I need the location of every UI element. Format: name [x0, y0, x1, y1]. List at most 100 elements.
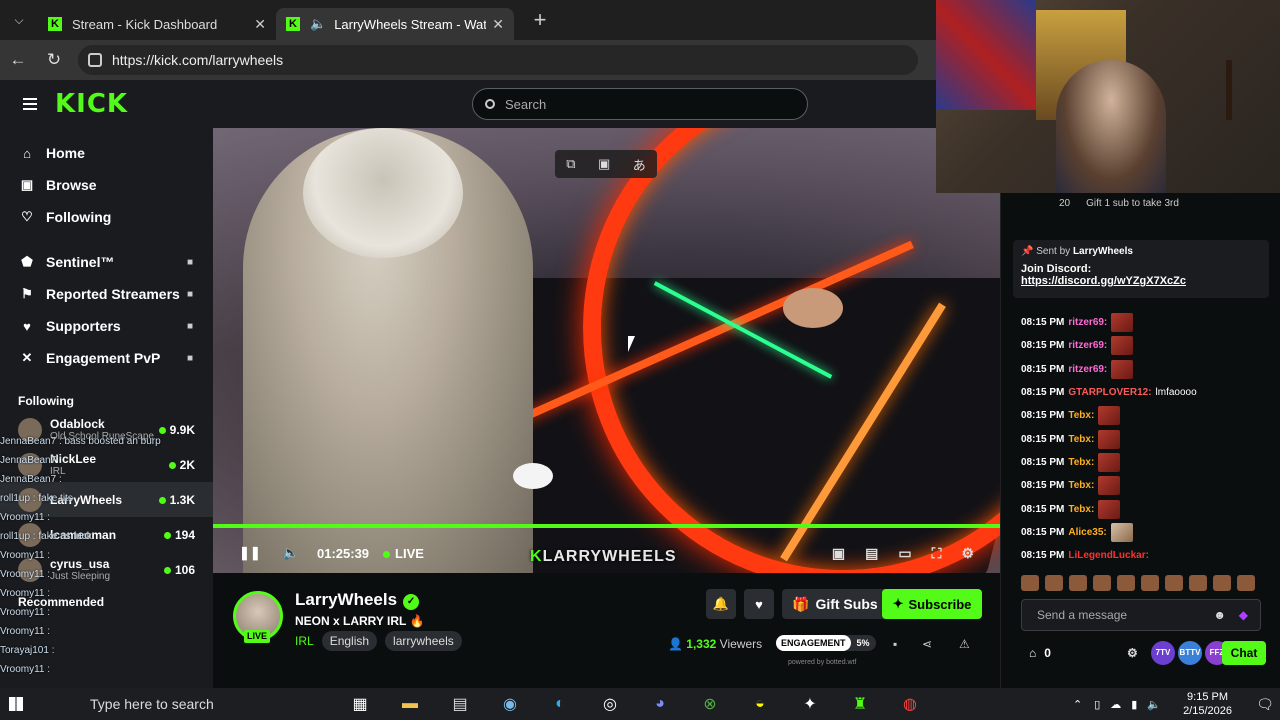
message-username[interactable]: Tebx:	[1068, 410, 1094, 421]
emote[interactable]	[1189, 575, 1207, 591]
sidebar-item-browse[interactable]: ▣ Browse	[0, 169, 213, 201]
emote[interactable]	[1093, 575, 1111, 591]
theater-mode-icon[interactable]: ▭	[898, 545, 911, 562]
game-icon[interactable]: ✦	[785, 694, 835, 714]
sidebar-item-engagement-pvp[interactable]: ✕ Engagement PvP ■	[0, 342, 213, 374]
tab-larrywheels-stream[interactable]: K 🔈 LarryWheels Stream - Watch ✕	[276, 8, 514, 40]
progress-bar[interactable]	[213, 524, 1000, 528]
sidebar-item-home[interactable]: ⌂ Home	[0, 137, 213, 169]
chevron-up-icon[interactable]: ⌃	[1073, 698, 1082, 711]
usb-icon[interactable]: ▮	[1131, 698, 1137, 711]
clip-icon[interactable]: ▣	[832, 545, 845, 562]
pip-exit-icon[interactable]: ⧉	[566, 156, 575, 172]
sidebar-item-reported-streamers[interactable]: ⚑ Reported Streamers ■	[0, 278, 213, 310]
sidebar-item-supporters[interactable]: ♥ Supporters ■	[0, 310, 213, 342]
menu-icon[interactable]	[23, 95, 37, 113]
xbox-icon[interactable]: ⊗	[685, 694, 735, 714]
7tv-button[interactable]: 7TV	[1151, 641, 1175, 665]
stats-icon[interactable]: ▪	[893, 637, 897, 651]
gift-subs-button[interactable]: 🎁 Gift Subs	[782, 589, 888, 619]
taskbar-search[interactable]: Type here to search	[32, 688, 292, 720]
settings-gear-icon[interactable]: ⚙	[961, 545, 974, 562]
message-username[interactable]: Alice35:	[1068, 527, 1106, 538]
emote-picker-icon[interactable]: ◆	[1239, 608, 1248, 622]
site-info-icon[interactable]	[88, 53, 102, 67]
pause-icon[interactable]: ❚❚	[239, 545, 261, 561]
video-player[interactable]	[213, 128, 1000, 573]
discord-link[interactable]: https://discord.gg/wYZgX7XcZc	[1021, 275, 1261, 287]
emote[interactable]	[1069, 575, 1087, 591]
task-view-icon[interactable]: ▦	[335, 694, 385, 714]
speaker-icon[interactable]: 🔈	[310, 16, 326, 32]
points-icon[interactable]: ⌂	[1029, 646, 1036, 660]
message-username[interactable]: Tebx:	[1068, 480, 1094, 491]
miniplayer-icon[interactable]: ▤	[865, 545, 878, 562]
bttv-button[interactable]: BTTV	[1178, 641, 1202, 665]
recording-icon[interactable]: ◍	[885, 694, 935, 714]
following-channel[interactable]: NickLee IRL 2K	[0, 447, 213, 482]
close-icon[interactable]: ✕	[254, 16, 266, 33]
message-username[interactable]: Tebx:	[1068, 434, 1094, 445]
message-username[interactable]: ritzer69:	[1068, 340, 1107, 351]
volume-icon[interactable]: 🔈	[283, 545, 299, 561]
discord-icon[interactable]: ◕	[635, 695, 685, 713]
category-link[interactable]: IRL	[295, 634, 314, 648]
close-icon[interactable]: ✕	[492, 16, 504, 33]
new-tab-button[interactable]: +	[522, 7, 558, 33]
emote[interactable]	[1213, 575, 1231, 591]
channel-name[interactable]: LarryWheels ✓	[295, 590, 420, 610]
sidebar-item-sentinel[interactable]: ⬟ Sentinel™ ■	[0, 246, 213, 278]
following-channel[interactable]: Odablock Old School RuneScape 9.9K	[0, 412, 213, 447]
clock[interactable]: 9:15 PM 2/15/2026	[1183, 690, 1232, 718]
tab-kick-dashboard[interactable]: K Stream - Kick Dashboard ✕	[38, 8, 276, 40]
subscribe-button[interactable]: ✦ Subscribe	[882, 589, 982, 619]
obs-icon[interactable]: ◎	[585, 694, 635, 714]
file-explorer-icon[interactable]: ▬	[385, 695, 435, 713]
steam-icon[interactable]: ◉	[485, 694, 535, 714]
store-icon[interactable]: ▤	[435, 694, 485, 714]
refresh-icon[interactable]: ↻	[36, 50, 72, 70]
emoji-icon[interactable]: ☻	[1213, 608, 1226, 622]
notification-bell-button[interactable]: 🔔	[706, 589, 736, 619]
send-chat-button[interactable]: Chat	[1222, 641, 1266, 665]
emote[interactable]	[1021, 575, 1039, 591]
message-username[interactable]: GTARPLOVER12:	[1068, 387, 1151, 398]
emote[interactable]	[1117, 575, 1135, 591]
windows-start-icon[interactable]	[0, 688, 32, 720]
notification-icon[interactable]: 🗨	[1250, 696, 1280, 713]
message-username[interactable]: LiLegendLuckar:	[1068, 550, 1149, 561]
chat-settings-icon[interactable]: ⚙	[1127, 646, 1138, 660]
network-icon[interactable]: ▯	[1094, 698, 1100, 711]
tab-search-icon[interactable]: ⌵	[0, 0, 38, 40]
sidebar-item-following[interactable]: ♡ Following	[0, 201, 213, 233]
message-username[interactable]: Tebx:	[1068, 504, 1094, 515]
volume-icon[interactable]: 🔈	[1147, 698, 1161, 711]
tag-pill[interactable]: English	[321, 631, 378, 651]
report-icon[interactable]: ⚠	[959, 637, 970, 651]
cloud-icon[interactable]: ☁	[1110, 698, 1121, 711]
emote[interactable]	[1237, 575, 1255, 591]
kick-app-icon[interactable]: ♜	[835, 694, 885, 714]
message-username[interactable]: ritzer69:	[1068, 317, 1107, 328]
address-bar[interactable]: https://kick.com/larrywheels	[78, 45, 918, 75]
tag-pill[interactable]: larrywheels	[385, 631, 462, 651]
snapchat-icon[interactable]: ◒	[735, 695, 785, 713]
following-channel[interactable]: lcameoman 194	[0, 517, 213, 552]
emote[interactable]	[1045, 575, 1063, 591]
search-input[interactable]: Search	[472, 88, 808, 120]
follow-button[interactable]: ♥	[744, 589, 774, 619]
kick-logo[interactable]: KICK	[55, 89, 128, 119]
emote[interactable]	[1165, 575, 1183, 591]
capture-icon[interactable]: ▣	[598, 156, 610, 172]
emote[interactable]	[1141, 575, 1159, 591]
share-icon[interactable]: ⋖	[922, 637, 932, 651]
chat-message-input[interactable]: Send a message ☻ ◆	[1021, 599, 1261, 631]
following-channel[interactable]: cyrus_usa Just Sleeping 106	[0, 552, 213, 587]
edge-icon[interactable]: ◐	[535, 695, 585, 713]
fullscreen-icon[interactable]: ⛶	[932, 545, 942, 562]
message-username[interactable]: ritzer69:	[1068, 364, 1107, 375]
following-channel[interactable]: LarryWheels 1.3K	[0, 482, 213, 517]
back-arrow-icon[interactable]: ←	[0, 50, 36, 70]
message-username[interactable]: Tebx:	[1068, 457, 1094, 468]
translate-icon[interactable]: あ	[633, 155, 646, 174]
